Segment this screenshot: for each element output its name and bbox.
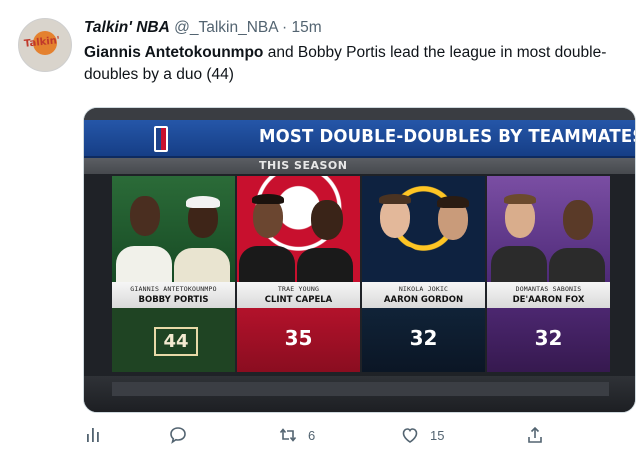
double-doubles-value: 32 <box>409 326 438 350</box>
player2-name: BOBBY PORTIS <box>138 295 209 305</box>
player2-name: AARON GORDON <box>383 295 464 305</box>
analytics-button[interactable] <box>84 420 104 450</box>
player-names: NIKOLA JOKIC AARON GORDON <box>362 282 485 308</box>
analytics-icon <box>87 428 99 442</box>
display-name[interactable]: Talkin' NBA <box>84 19 170 36</box>
value-box: 44 <box>112 308 235 372</box>
share-button[interactable] <box>525 420 545 450</box>
share-icon <box>528 426 542 443</box>
tweet-header: Talkin' NBA @_Talkin_NBA · 15m <box>84 19 322 37</box>
graphic-subtitle-bar: THIS SEASON <box>84 158 635 174</box>
player2-name: CLINT CAPELA <box>264 295 333 305</box>
retweet-button[interactable]: 6 <box>278 420 315 450</box>
graphic-title: MOST DOUBLE-DOUBLES BY TEAMMATES <box>259 126 636 147</box>
player1-name: TRAE YOUNG <box>277 285 320 293</box>
handle[interactable]: @_Talkin_NBA <box>174 19 278 36</box>
value-box: 32 <box>362 308 485 372</box>
player-names: DOMANTAS SABONIS DE'AARON FOX <box>487 282 610 308</box>
team-card-kings: DOMANTAS SABONIS DE'AARON FOX 32 <box>487 176 610 372</box>
separator: · <box>282 19 288 36</box>
retweet-icon <box>279 428 297 442</box>
retweet-count: 6 <box>308 427 316 443</box>
reply-button[interactable] <box>168 420 188 450</box>
player1-name: NIKOLA JOKIC <box>398 285 449 293</box>
player-names: GIANNIS ANTETOKOUNMPO BOBBY PORTIS <box>112 282 235 308</box>
player-names: TRAE YOUNG CLINT CAPELA <box>237 282 360 308</box>
reply-icon <box>170 427 186 444</box>
double-doubles-value: 44 <box>154 327 198 356</box>
double-doubles-value: 35 <box>284 326 313 350</box>
player-photo <box>362 176 485 282</box>
player1-name: DOMANTAS SABONIS <box>515 285 582 293</box>
like-button[interactable]: 15 <box>400 420 444 450</box>
value-box: 35 <box>237 308 360 372</box>
player-photo <box>112 176 235 282</box>
value-box: 32 <box>487 308 610 372</box>
player-photo <box>487 176 610 282</box>
graphic-title-bar: MOST DOUBLE-DOUBLES BY TEAMMATES <box>84 120 635 158</box>
player1-name: GIANNIS ANTETOKOUNMPO <box>130 285 217 293</box>
graphic-bottom-bar <box>84 376 635 412</box>
tweet-actions: 6 15 <box>0 420 641 450</box>
graphic-top-strip <box>84 108 635 120</box>
avatar[interactable]: Talkin' <box>18 18 72 72</box>
like-count: 15 <box>430 427 445 443</box>
graphic-subtitle: THIS SEASON <box>259 159 348 172</box>
tweet: Talkin' Talkin' NBA @_Talkin_NBA · 15m G… <box>0 0 641 456</box>
heart-icon <box>402 428 418 443</box>
team-card-hawks: TRAE YOUNG CLINT CAPELA 35 <box>237 176 360 372</box>
timestamp[interactable]: 15m <box>292 19 322 36</box>
player2-name: DE'AARON FOX <box>512 295 585 305</box>
team-card-nuggets: NIKOLA JOKIC AARON GORDON 32 <box>362 176 485 372</box>
tweet-text-bold: Giannis Antetokounmpo <box>84 44 264 61</box>
player-photo <box>237 176 360 282</box>
team-cards: GIANNIS ANTETOKOUNMPO BOBBY PORTIS 44 TR… <box>112 176 610 372</box>
team-card-bucks: GIANNIS ANTETOKOUNMPO BOBBY PORTIS 44 <box>112 176 235 372</box>
double-doubles-value: 32 <box>534 326 563 350</box>
tweet-image[interactable]: MOST DOUBLE-DOUBLES BY TEAMMATES THIS SE… <box>83 107 636 413</box>
nba-logo-icon <box>154 126 168 152</box>
tweet-text: Giannis Antetokounmpo and Bobby Portis l… <box>84 42 632 86</box>
